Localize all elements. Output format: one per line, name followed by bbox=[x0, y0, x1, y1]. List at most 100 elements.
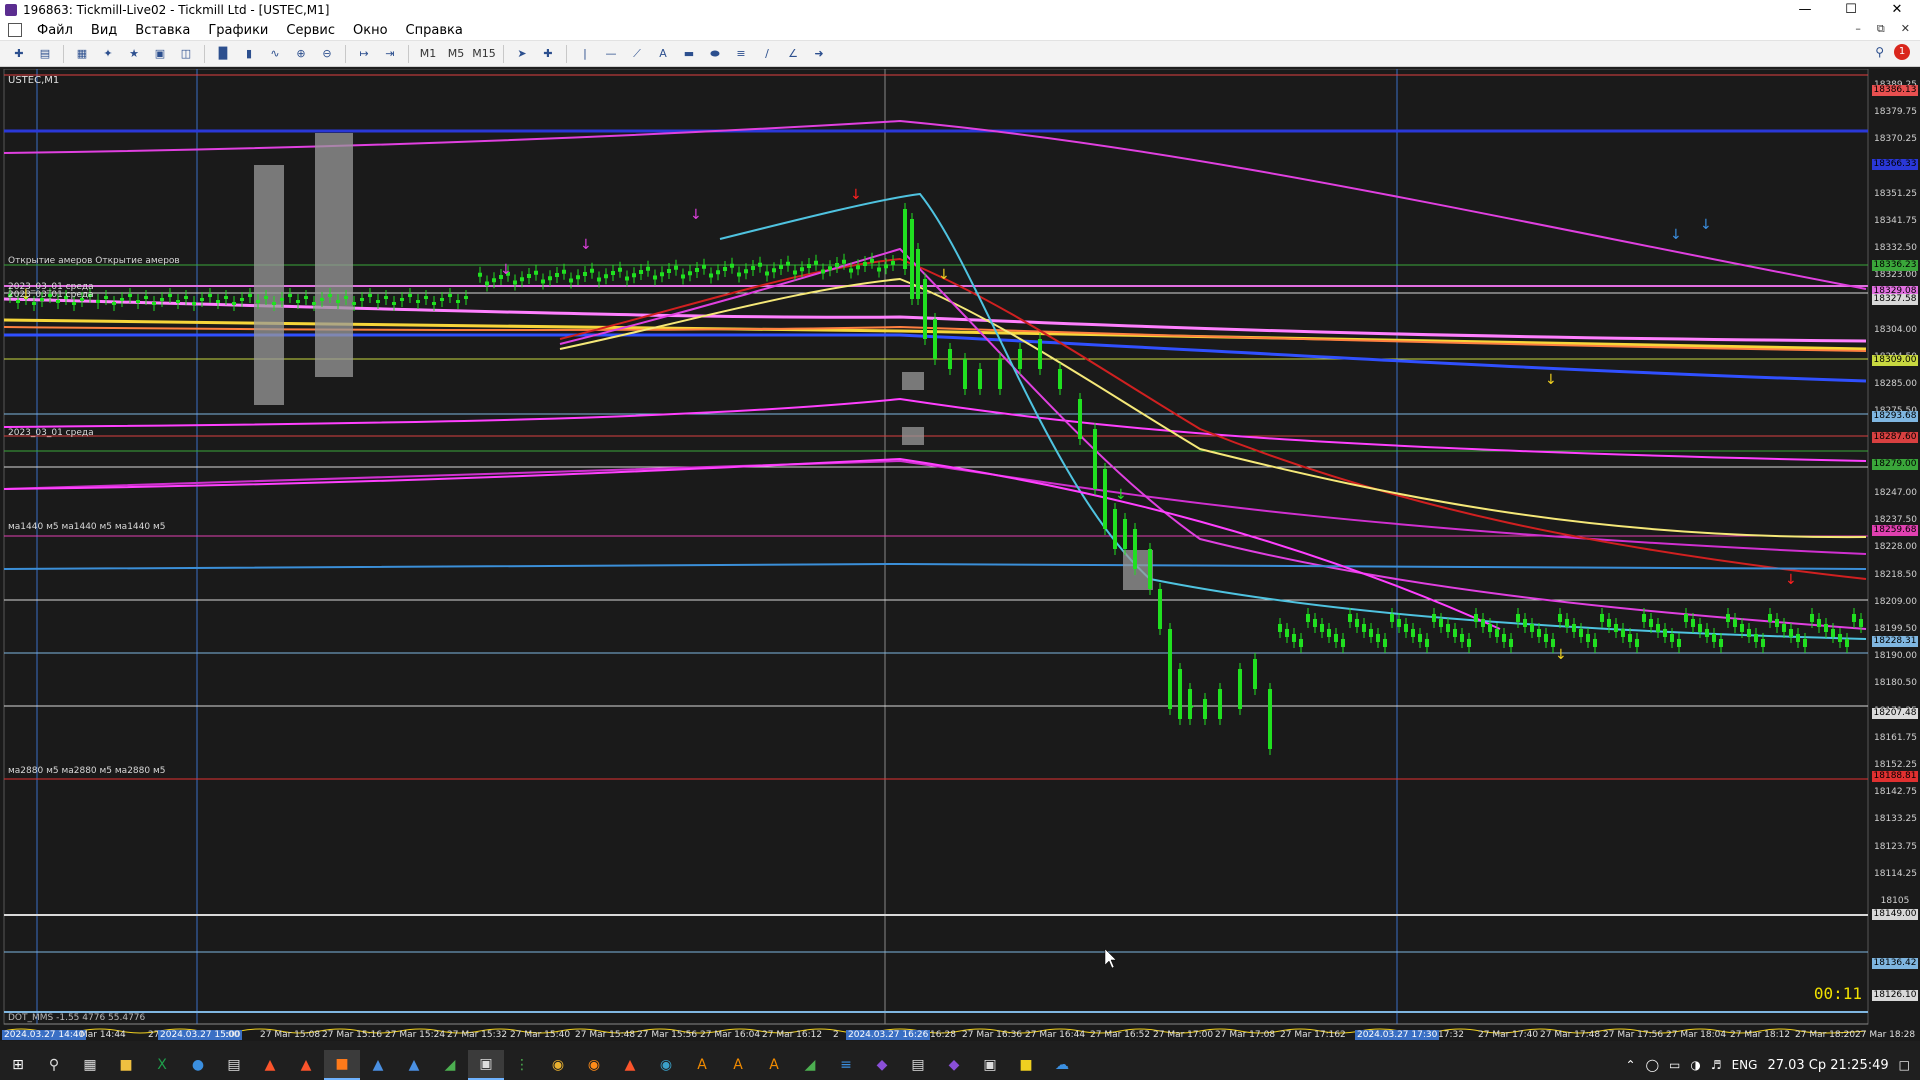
search-taskbar-icon[interactable]: ⚲ bbox=[36, 1050, 72, 1080]
candle-body bbox=[485, 281, 489, 286]
menu-view[interactable]: Вид bbox=[82, 23, 126, 38]
notification-icon[interactable]: 1 bbox=[1894, 44, 1910, 60]
candle-body bbox=[998, 359, 1002, 389]
app-icon-orange[interactable]: ■ bbox=[324, 1050, 360, 1080]
app-icon-cloud[interactable]: ☁ bbox=[1044, 1050, 1080, 1080]
firefox-icon[interactable]: ◉ bbox=[576, 1050, 612, 1080]
start-icon[interactable]: ⊞ bbox=[0, 1050, 36, 1080]
signal-arrow: ↓ bbox=[580, 237, 592, 253]
app-icon-purple[interactable]: ◆ bbox=[936, 1050, 972, 1080]
candle-body bbox=[312, 302, 316, 305]
new-chart-icon[interactable]: ✚ bbox=[8, 44, 30, 64]
menu-bar: Файл Вид Вставка Графики Сервис Окно Спр… bbox=[0, 20, 1920, 41]
menu-charts[interactable]: Графики bbox=[199, 23, 277, 38]
candle-chart-icon[interactable]: ▮ bbox=[238, 44, 260, 64]
brave-icon[interactable]: ▲ bbox=[288, 1050, 324, 1080]
price-chart[interactable]: ↓ ↓ ↓ ↓ ↓ ↓ ↓ ↓ ↓ ↓ ↓ ↓ ↓ bbox=[0, 68, 1920, 1041]
candle-body bbox=[842, 259, 846, 264]
terminal-icon[interactable]: ▣ bbox=[468, 1050, 504, 1080]
language-indicator[interactable]: ENG bbox=[1732, 1058, 1758, 1072]
menu-tools[interactable]: Сервис bbox=[277, 23, 344, 38]
navigator-icon[interactable]: ✦ bbox=[97, 44, 119, 64]
line-chart-icon[interactable]: ∿ bbox=[264, 44, 286, 64]
menu-file[interactable]: Файл bbox=[28, 23, 82, 38]
notepad-icon[interactable]: ▤ bbox=[216, 1050, 252, 1080]
signal-arrow: ↓ bbox=[1115, 487, 1127, 503]
fibonacci-icon[interactable]: ≡ bbox=[730, 44, 752, 64]
channel-icon[interactable]: ∕ bbox=[756, 44, 778, 64]
child-close-icon[interactable]: ✕ bbox=[1901, 22, 1910, 36]
timeframe-m5[interactable]: M5 bbox=[444, 44, 468, 64]
price-scale-label: 18190.00 bbox=[1874, 651, 1917, 662]
app-icon-blue[interactable]: ● bbox=[180, 1050, 216, 1080]
app-icon-square[interactable]: ▣ bbox=[972, 1050, 1008, 1080]
maximize-icon[interactable]: ☐ bbox=[1828, 0, 1874, 20]
autoscroll-icon[interactable]: ↦ bbox=[353, 44, 375, 64]
market-watch-icon[interactable]: ▦ bbox=[71, 44, 93, 64]
timeframe-m15[interactable]: M15 bbox=[472, 44, 496, 64]
app-icon-a[interactable]: A bbox=[720, 1050, 756, 1080]
calculator-icon[interactable]: ▦ bbox=[72, 1050, 108, 1080]
chart-shift-icon[interactable]: ⇥ bbox=[379, 44, 401, 64]
arrows-icon[interactable]: ➜ bbox=[808, 44, 830, 64]
tray-network-icon[interactable]: ◯ bbox=[1646, 1058, 1659, 1072]
notifications-icon[interactable]: □ bbox=[1899, 1058, 1910, 1072]
rectangle-icon[interactable]: ▬ bbox=[678, 44, 700, 64]
bar-chart-icon[interactable]: █ bbox=[212, 44, 234, 64]
timeframe-m1[interactable]: M1 bbox=[416, 44, 440, 64]
crosshair-icon[interactable]: ✚ bbox=[537, 44, 559, 64]
app-icon-a[interactable]: A bbox=[756, 1050, 792, 1080]
explorer-icon[interactable]: ■ bbox=[108, 1050, 144, 1080]
menu-insert[interactable]: Вставка bbox=[126, 23, 199, 38]
candle-body bbox=[96, 300, 100, 303]
price-scale-label: 18370.25 bbox=[1874, 134, 1917, 145]
close-icon[interactable]: ✕ bbox=[1874, 0, 1920, 20]
brave-icon[interactable]: ▲ bbox=[612, 1050, 648, 1080]
chart-app-icon[interactable]: ◢ bbox=[432, 1050, 468, 1080]
tray-volume-icon[interactable]: ♬ bbox=[1711, 1058, 1722, 1072]
app-icon-purple[interactable]: ◆ bbox=[864, 1050, 900, 1080]
candle-body bbox=[104, 296, 108, 299]
profiles-icon[interactable]: ▤ bbox=[34, 44, 56, 64]
candle-body bbox=[1565, 619, 1569, 627]
tester-icon[interactable]: ◫ bbox=[175, 44, 197, 64]
menu-help[interactable]: Справка bbox=[397, 23, 472, 38]
candle-body bbox=[1432, 614, 1436, 622]
search-icon[interactable]: ⚲ bbox=[1875, 45, 1884, 59]
menu-window[interactable]: Окно bbox=[344, 23, 397, 38]
app-icon-yellow[interactable]: ■ bbox=[1008, 1050, 1044, 1080]
app-icon-globe[interactable]: ◉ bbox=[648, 1050, 684, 1080]
candle-body bbox=[112, 302, 116, 305]
chart-app-icon[interactable]: ◢ bbox=[792, 1050, 828, 1080]
trendline-icon[interactable]: ⟋ bbox=[626, 44, 648, 64]
excel-icon[interactable]: X bbox=[144, 1050, 180, 1080]
chrome-icon[interactable]: ◉ bbox=[540, 1050, 576, 1080]
metatrader-icon[interactable]: ▲ bbox=[360, 1050, 396, 1080]
app-icon-box[interactable]: ▤ bbox=[900, 1050, 936, 1080]
clock[interactable]: 27.03 Ср 21:25:49 bbox=[1767, 1058, 1888, 1073]
tray-wifi-icon[interactable]: ◑ bbox=[1690, 1058, 1700, 1072]
gann-icon[interactable]: ∠ bbox=[782, 44, 804, 64]
app-icon-a[interactable]: A bbox=[684, 1050, 720, 1080]
favorites-icon[interactable]: ★ bbox=[123, 44, 145, 64]
text-icon[interactable]: A bbox=[652, 44, 674, 64]
cursor-icon[interactable]: ➤ bbox=[511, 44, 533, 64]
minimize-icon[interactable]: — bbox=[1782, 0, 1828, 20]
child-restore-icon[interactable]: ⧉ bbox=[1877, 22, 1885, 36]
tray-battery-icon[interactable]: ▭ bbox=[1669, 1058, 1680, 1072]
zoom-out-icon[interactable]: ⊖ bbox=[316, 44, 338, 64]
brave-icon[interactable]: ▲ bbox=[252, 1050, 288, 1080]
candle-body bbox=[520, 277, 524, 282]
zoom-in-icon[interactable]: ⊕ bbox=[290, 44, 312, 64]
data-window-icon[interactable]: ▣ bbox=[149, 44, 171, 64]
metatrader-icon[interactable]: ▲ bbox=[396, 1050, 432, 1080]
app-icon-lines[interactable]: ≡ bbox=[828, 1050, 864, 1080]
horizontal-line-icon[interactable]: — bbox=[600, 44, 622, 64]
candle-body bbox=[1355, 619, 1359, 627]
ellipse-icon[interactable]: ⬬ bbox=[704, 44, 726, 64]
moving-average-line bbox=[559, 247, 1867, 630]
vertical-line-icon[interactable]: | bbox=[574, 44, 596, 64]
tray-chevron-icon[interactable]: ⌃ bbox=[1626, 1058, 1636, 1072]
app-icon-dots[interactable]: ⋮ bbox=[504, 1050, 540, 1080]
child-minimize-icon[interactable]: – bbox=[1855, 22, 1861, 36]
